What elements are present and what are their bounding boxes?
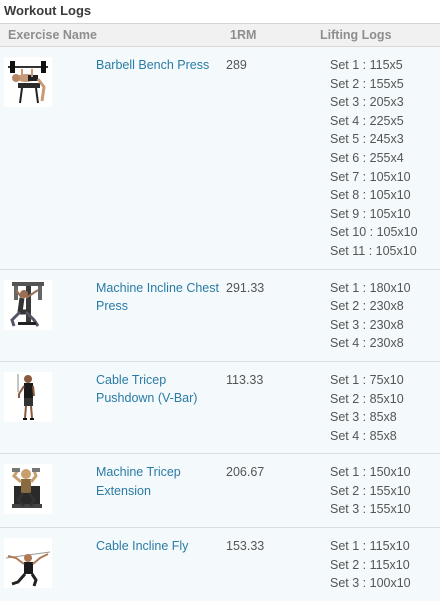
set-entry: Set 3 : 230x8 — [330, 317, 404, 332]
set-entry: Set 4 : 85x8 — [330, 428, 397, 443]
set-entry: Set 2 : 155x10 — [330, 483, 411, 498]
set-entry: Set 1 : 150x10 — [330, 465, 411, 480]
table-header-row: Exercise Name 1RM Lifting Logs — [0, 24, 440, 47]
set-entry: Set 11 : 105x10 — [330, 243, 417, 258]
set-entry: Set 2 : 155x5 — [330, 76, 404, 91]
exercise-name[interactable]: Machine Incline Chest Press — [96, 268, 227, 362]
set-entry: Set 6 : 255x4 — [330, 150, 404, 165]
page-title: Workout Logs — [0, 0, 440, 24]
set-entry: Set 1 : 75x10 — [330, 372, 404, 387]
set-entry: Set 10 : 105x10 — [330, 225, 418, 240]
bench-press-photo[interactable] — [4, 57, 52, 107]
table-row[interactable]: Cable Incline Fly 153.33 Set 1 : 115x10 … — [0, 527, 440, 601]
incline-press-photo[interactable] — [4, 279, 52, 330]
table-row[interactable]: Cable Tricep Pushdown (V-Bar) 113.33 Set… — [0, 360, 440, 454]
set-entry: Set 4 : 225x5 — [330, 113, 404, 128]
set-entry: Set 1 : 180x10 — [330, 280, 411, 295]
one-rm-value: 291.33 — [226, 268, 321, 362]
set-entry: Set 7 : 105x10 — [330, 169, 411, 184]
set-entry: Set 3 : 155x10 — [330, 502, 411, 517]
set-list: Set 1 : 115x5 Set 2 : 155x5 Set 3 : 205x… — [320, 47, 440, 270]
tricep-pushdown-photo[interactable] — [4, 371, 52, 422]
exercise-name[interactable]: Machine Tricep Extension — [96, 453, 227, 528]
table-row[interactable]: Barbell Bench Press 289 Set 1 : 115x5 Se… — [0, 46, 440, 270]
set-entry: Set 2 : 115x10 — [330, 557, 410, 572]
set-entry: Set 5 : 245x3 — [330, 132, 404, 147]
set-entry: Set 3 : 85x8 — [330, 410, 397, 425]
set-entry: Set 2 : 230x8 — [330, 299, 404, 314]
set-list: Set 1 : 115x10 Set 2 : 115x10 Set 3 : 10… — [320, 527, 440, 601]
exercise-name[interactable]: Cable Incline Fly — [96, 527, 227, 601]
set-entry: Set 2 : 85x10 — [330, 391, 404, 406]
tricep-extension-photo[interactable] — [4, 464, 52, 515]
set-entry: Set 1 : 115x10 — [330, 539, 410, 554]
set-entry: Set 1 : 115x5 — [330, 58, 403, 72]
one-rm-value: 206.67 — [226, 453, 321, 528]
column-header-logs[interactable]: Lifting Logs — [320, 24, 440, 47]
set-list: Set 1 : 180x10 Set 2 : 230x8 Set 3 : 230… — [320, 268, 440, 362]
one-rm-value: 113.33 — [226, 360, 321, 454]
set-entry: Set 9 : 105x10 — [330, 206, 411, 221]
table-row[interactable]: Machine Tricep Extension 206.67 Set 1 : … — [0, 453, 440, 528]
workout-log-table: Exercise Name 1RM Lifting Logs Barbell B… — [0, 24, 440, 601]
one-rm-value: 153.33 — [226, 527, 321, 601]
column-header-exercise[interactable]: Exercise Name — [0, 24, 227, 47]
set-list: Set 1 : 75x10 Set 2 : 85x10 Set 3 : 85x8… — [320, 360, 440, 454]
exercise-name[interactable]: Barbell Bench Press — [96, 47, 226, 270]
set-entry: Set 3 : 100x10 — [330, 576, 411, 591]
one-rm-value: 289 — [226, 58, 247, 72]
exercise-name[interactable]: Cable Tricep Pushdown (V-Bar) — [96, 360, 227, 454]
set-entry: Set 4 : 230x8 — [330, 336, 404, 351]
column-header-1rm[interactable]: 1RM — [226, 24, 321, 47]
set-entry: Set 3 : 205x3 — [330, 95, 404, 110]
set-list: Set 1 : 150x10 Set 2 : 155x10 Set 3 : 15… — [320, 453, 440, 528]
incline-fly-photo[interactable] — [4, 538, 52, 589]
table-row[interactable]: Machine Incline Chest Press 291.33 Set 1… — [0, 268, 440, 362]
set-entry: Set 8 : 105x10 — [330, 188, 411, 203]
